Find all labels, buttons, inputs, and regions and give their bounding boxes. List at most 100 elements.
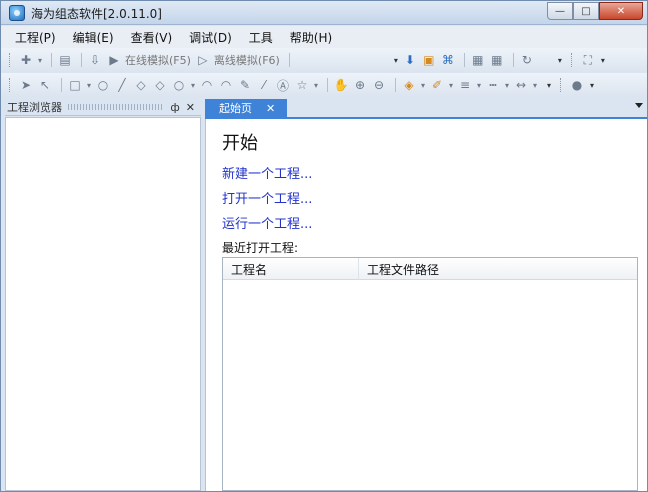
network-icon[interactable]: ⌘ bbox=[440, 52, 456, 68]
toolbar-separator bbox=[395, 78, 396, 92]
toolbar-grip[interactable] bbox=[9, 78, 12, 92]
overflow-chevron-icon[interactable]: ▾ bbox=[545, 77, 553, 93]
overflow-chevron-icon[interactable]: ▾ bbox=[599, 52, 607, 68]
line-width-icon[interactable]: ≡ bbox=[457, 77, 473, 93]
dropdown-arrow-icon[interactable]: ▾ bbox=[532, 77, 538, 93]
pin-icon[interactable]: ф bbox=[170, 101, 179, 114]
tab-start-page[interactable]: 起始页 ✕ bbox=[205, 99, 287, 117]
menu-edit[interactable]: 编辑(E) bbox=[73, 29, 114, 46]
standard-toolbar: ✚ ▾ ▤ ⇩ ▶ 在线模拟(F5) ▷ 离线模拟(F6) ▾ ⬇ ▣ ⌘ ▦ … bbox=[1, 48, 647, 72]
project-browser-header: 工程浏览器 ф ✕ bbox=[5, 99, 201, 116]
add-icon[interactable]: ✚ bbox=[18, 52, 34, 68]
diamond-alt-icon[interactable]: ◇ bbox=[152, 77, 168, 93]
dropdown-arrow-icon[interactable]: ▾ bbox=[393, 52, 399, 68]
title-bar: 海为组态软件[2.0.11.0] — □ ✕ bbox=[1, 1, 647, 25]
menu-project[interactable]: 工程(P) bbox=[15, 29, 56, 46]
close-tab-icon[interactable]: ✕ bbox=[266, 102, 275, 115]
overflow-chevron-icon[interactable]: ▾ bbox=[556, 52, 564, 68]
panel-grip[interactable] bbox=[68, 104, 165, 110]
pen-icon[interactable]: ✎ bbox=[237, 77, 253, 93]
menu-debug[interactable]: 调试(D) bbox=[189, 29, 232, 46]
text-box-icon[interactable]: Ⓐ bbox=[275, 77, 291, 93]
close-button[interactable]: ✕ bbox=[599, 2, 643, 20]
table-header: 工程名 工程文件路径 bbox=[223, 258, 637, 280]
start-page: 开始 新建一个工程... 打开一个工程... 运行一个工程... 最近打开工程:… bbox=[205, 119, 647, 491]
book-icon[interactable]: ▣ bbox=[421, 52, 437, 68]
download-icon[interactable]: ⇩ bbox=[87, 52, 103, 68]
menu-tools[interactable]: 工具 bbox=[249, 29, 273, 46]
menu-help[interactable]: 帮助(H) bbox=[290, 29, 332, 46]
toolbar-separator bbox=[327, 78, 328, 92]
app-logo-icon bbox=[9, 5, 25, 21]
zoom-out-icon[interactable]: ⊖ bbox=[371, 77, 387, 93]
dropdown-arrow-icon[interactable]: ▾ bbox=[313, 77, 319, 93]
toolbar-separator bbox=[288, 53, 290, 67]
line-color-icon[interactable]: ✐ bbox=[429, 77, 445, 93]
app-window: 海为组态软件[2.0.11.0] — □ ✕ 工程(P) 编辑(E) 查看(V)… bbox=[0, 0, 648, 492]
dropdown-arrow-icon[interactable]: ▾ bbox=[476, 77, 482, 93]
monitor-alt-icon[interactable]: ▦ bbox=[489, 52, 505, 68]
line-icon[interactable]: ╱ bbox=[114, 77, 130, 93]
menu-bar: 工程(P) 编辑(E) 查看(V) 调试(D) 工具 帮助(H) bbox=[1, 26, 647, 48]
rectangle-icon[interactable]: □ bbox=[67, 77, 83, 93]
line-style-icon[interactable]: ┅ bbox=[485, 77, 501, 93]
column-header-project-name[interactable]: 工程名 bbox=[223, 258, 359, 280]
dropdown-arrow-icon[interactable]: ▾ bbox=[190, 77, 196, 93]
run-project-link[interactable]: 运行一个工程... bbox=[222, 213, 312, 232]
menu-view[interactable]: 查看(V) bbox=[131, 29, 173, 46]
toolbar-separator bbox=[81, 53, 82, 67]
online-simulation-button[interactable]: 在线模拟(F5) bbox=[125, 52, 191, 68]
pointer-icon[interactable]: ➤ bbox=[18, 77, 34, 93]
toolbar-grip[interactable] bbox=[9, 53, 12, 67]
arrow-style-icon[interactable]: ↔ bbox=[513, 77, 529, 93]
drawing-toolbar: ➤ ↖ □ ▾ ○ ╱ ◇ ◇ ○ ▾ ◠ ◠ ✎ ⁄ Ⓐ ☆ ▾ ✋ ⊕ ⊖ … bbox=[1, 73, 647, 97]
dropdown-arrow-icon[interactable]: ▾ bbox=[504, 77, 510, 93]
fill-color-icon[interactable]: ◈ bbox=[401, 77, 417, 93]
arc-alt-icon[interactable]: ◠ bbox=[218, 77, 234, 93]
tab-label: 起始页 bbox=[219, 102, 252, 115]
minimize-button[interactable]: — bbox=[547, 2, 573, 20]
select-arrow-icon[interactable]: ↖ bbox=[37, 77, 53, 93]
window-title: 海为组态软件[2.0.11.0] bbox=[31, 7, 162, 21]
window-controls: — □ ✕ bbox=[547, 2, 643, 20]
zoom-in-icon[interactable]: ⊕ bbox=[352, 77, 368, 93]
arc-icon[interactable]: ◠ bbox=[199, 77, 215, 93]
toolbar-grip[interactable] bbox=[560, 78, 563, 92]
dropdown-arrow-icon[interactable]: ▾ bbox=[448, 77, 454, 93]
toolbar-separator bbox=[463, 53, 465, 67]
project-browser-title: 工程浏览器 bbox=[7, 101, 62, 114]
play-offline-icon[interactable]: ▷ bbox=[195, 52, 211, 68]
recent-projects-label: 最近打开工程: bbox=[222, 241, 299, 255]
overflow-chevron-icon[interactable]: ▾ bbox=[588, 77, 596, 93]
new-project-link[interactable]: 新建一个工程... bbox=[222, 163, 312, 182]
play-online-icon[interactable]: ▶ bbox=[106, 52, 122, 68]
dropdown-arrow-icon[interactable]: ▾ bbox=[37, 52, 43, 68]
toolbar-grip[interactable] bbox=[570, 53, 574, 67]
toolbar-separator bbox=[512, 53, 514, 67]
hand-icon[interactable]: ✋ bbox=[333, 77, 349, 93]
ellipse-icon[interactable]: ○ bbox=[171, 77, 187, 93]
open-project-link[interactable]: 打开一个工程... bbox=[222, 188, 312, 207]
offline-simulation-button[interactable]: 离线模拟(F6) bbox=[214, 52, 280, 68]
recent-projects-table[interactable]: 工程名 工程文件路径 bbox=[222, 257, 638, 491]
diamond-icon[interactable]: ◇ bbox=[133, 77, 149, 93]
frame-icon[interactable]: ⛶ bbox=[580, 52, 596, 68]
circle-icon[interactable]: ○ bbox=[95, 77, 111, 93]
close-panel-icon[interactable]: ✕ bbox=[186, 101, 195, 114]
column-header-project-path[interactable]: 工程文件路径 bbox=[359, 258, 637, 280]
tab-list-dropdown-icon[interactable] bbox=[635, 103, 643, 108]
star-icon[interactable]: ☆ bbox=[294, 77, 310, 93]
record-icon[interactable]: ● bbox=[569, 77, 585, 93]
toolbar-separator bbox=[61, 78, 62, 92]
dropdown-arrow-icon[interactable]: ▾ bbox=[420, 77, 426, 93]
toolbar-separator bbox=[51, 53, 52, 67]
document-tabs: 起始页 ✕ bbox=[205, 99, 647, 117]
maximize-button[interactable]: □ bbox=[573, 2, 599, 20]
dropdown-arrow-icon[interactable]: ▾ bbox=[86, 77, 92, 93]
refresh-icon[interactable]: ↻ bbox=[519, 52, 535, 68]
project-browser-tree[interactable] bbox=[5, 117, 201, 491]
monitor-icon[interactable]: ▦ bbox=[470, 52, 486, 68]
download-blue-icon[interactable]: ⬇ bbox=[402, 52, 418, 68]
save-icon[interactable]: ▤ bbox=[57, 52, 73, 68]
brush-icon[interactable]: ⁄ bbox=[256, 77, 272, 93]
